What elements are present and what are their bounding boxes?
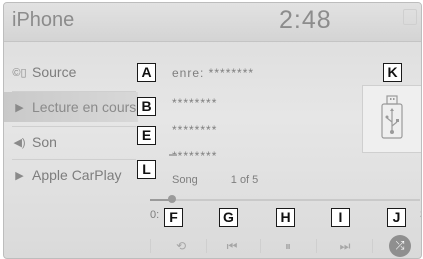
artist-text: ******** <box>172 123 218 137</box>
next-track-button[interactable]: ⏭ <box>330 235 360 257</box>
sidebar-item-label: Apple CarPlay <box>32 167 122 183</box>
carplay-icon: ▶ <box>15 169 24 182</box>
pause-button[interactable]: ⏸ <box>273 235 303 257</box>
clock: 2:48 <box>279 6 332 34</box>
shuffle-icon: ⤮ <box>395 239 405 252</box>
usb-icon <box>381 95 403 139</box>
shuffle-button[interactable]: ⤮ <box>389 235 411 257</box>
sidebar-item-label: Lecture en cours <box>32 99 137 115</box>
track-count-text: 1 of 5 <box>230 174 259 186</box>
album-art[interactable] <box>362 85 421 153</box>
callout-i: I <box>331 208 350 227</box>
callout-h: H <box>276 208 295 227</box>
divider <box>150 239 151 253</box>
status-icon <box>403 9 417 25</box>
previous-track-button[interactable]: ⏮ <box>217 235 247 257</box>
track-title-text: ******** <box>172 96 218 110</box>
callout-f: F <box>164 208 183 227</box>
media-type-text: Song <box>172 174 198 186</box>
sidebar: ©▯ Source ▶ Lecture en cours ◀) Son ▶ Ap… <box>4 43 138 193</box>
speaker-icon: ◀) <box>13 136 26 149</box>
next-icon: ⏭ <box>339 238 351 253</box>
elapsed-time: 0: <box>150 209 160 221</box>
album-text: ******** <box>172 149 218 163</box>
track-position: Song 1 of 5 <box>172 174 288 186</box>
sidebar-item-sound[interactable]: ◀) Son <box>4 127 138 157</box>
callout-l: L <box>137 160 156 179</box>
source-icon: ©▯ <box>12 66 27 79</box>
callout-a: A <box>137 63 156 82</box>
play-circle-icon: ▶ <box>15 101 24 114</box>
sidebar-item-label: Son <box>32 134 57 150</box>
divider <box>372 239 373 253</box>
repeat-button[interactable]: ⟲ <box>166 235 196 257</box>
progress-knob[interactable] <box>168 195 176 203</box>
genre-text: enre: ******** <box>172 66 255 80</box>
sidebar-item-source[interactable]: ©▯ Source <box>4 57 138 87</box>
callout-b: B <box>137 97 156 116</box>
playback-controls: ⟲ ⏮ ⏸ ⏭ ⤮ <box>150 235 420 257</box>
sidebar-item-carplay[interactable]: ▶ Apple CarPlay <box>4 160 138 190</box>
sidebar-item-label: Source <box>32 64 77 80</box>
pause-icon: ⏸ <box>284 238 291 253</box>
media-screen: iPhone 2:48 ©▯ Source ▶ Lecture en cours… <box>3 2 422 259</box>
sidebar-item-now-playing[interactable]: ▶ Lecture en cours <box>4 92 138 122</box>
repeat-icon: ⟲ <box>175 239 187 253</box>
callout-g: G <box>219 208 238 227</box>
remaining-time: 3 <box>420 209 421 221</box>
divider <box>316 239 317 253</box>
divider <box>260 239 261 253</box>
scroll-indicator <box>169 154 177 156</box>
source-title: iPhone <box>12 9 75 31</box>
callout-j: J <box>387 208 406 227</box>
top-bar: iPhone 2:48 <box>4 3 421 42</box>
callout-k: K <box>383 63 402 82</box>
callout-e: E <box>137 126 156 145</box>
progress-bar[interactable] <box>150 199 420 201</box>
previous-icon: ⏮ <box>226 238 238 253</box>
divider <box>206 239 207 253</box>
